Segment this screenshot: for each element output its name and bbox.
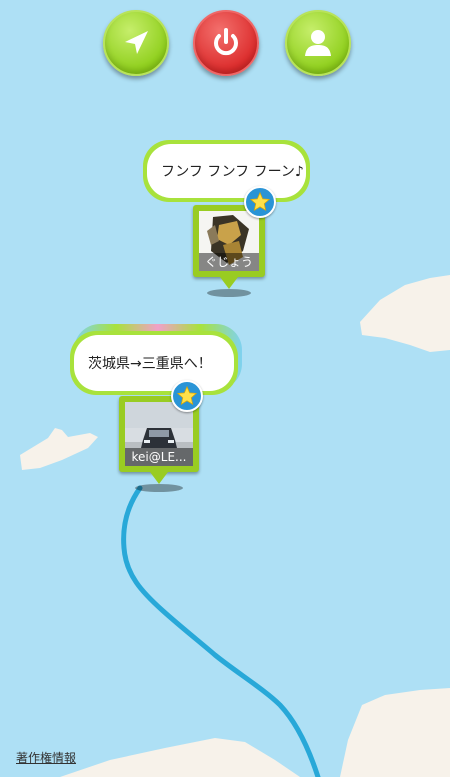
speech-bubble[interactable]: 茨城県→三重県へ！: [74, 335, 234, 391]
post-message: 茨城県→三重県へ！: [88, 356, 212, 372]
copyright-link[interactable]: 著作権情報: [16, 749, 76, 766]
pin-tail: [150, 472, 168, 484]
favorite-badge[interactable]: [244, 186, 276, 218]
power-button[interactable]: [193, 10, 259, 76]
star-icon: [176, 385, 198, 406]
profile-button[interactable]: [285, 10, 351, 76]
user-pin[interactable]: ぐじょう: [193, 205, 265, 297]
user-name: ぐじょう: [199, 253, 259, 271]
post-message: フンフ フンフ フーン♪: [161, 164, 304, 180]
pin-shadow: [207, 289, 251, 297]
speech-bubble[interactable]: フンフ フンフ フーン♪: [147, 144, 306, 198]
pin-tail: [220, 277, 238, 289]
star-icon: [249, 191, 271, 212]
pin-shadow: [135, 484, 183, 492]
user-name: kei@LE...: [125, 448, 193, 466]
user-photo: ぐじょう: [199, 211, 259, 271]
favorite-badge[interactable]: [171, 380, 203, 412]
user-icon: [305, 30, 331, 56]
navigate-button[interactable]: [103, 10, 169, 76]
power-icon: [214, 28, 238, 56]
navigation-arrow-icon: [125, 31, 148, 54]
